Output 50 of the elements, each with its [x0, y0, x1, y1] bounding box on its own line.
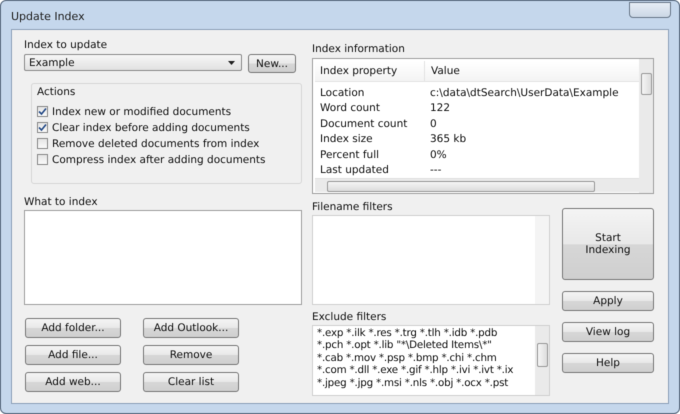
side-button[interactable]: View log: [562, 322, 654, 342]
start-indexing-button[interactable]: Start Indexing: [562, 208, 654, 280]
filename-filters-field[interactable]: [312, 215, 550, 305]
column-header[interactable]: Value: [425, 65, 460, 77]
table-cell-text: Percent full: [319, 148, 380, 161]
table-cell-text: 0%: [429, 148, 447, 161]
what-to-index-list[interactable]: [24, 210, 302, 305]
caret-icon: [228, 60, 235, 64]
checkbox[interactable]: [37, 106, 48, 117]
checkbox[interactable]: [37, 138, 48, 149]
checkbox[interactable]: [37, 154, 48, 165]
index-dropdown[interactable]: Example: [24, 54, 242, 71]
field-label: Index information: [312, 43, 405, 56]
window-title: Update Index: [11, 10, 85, 23]
field-label: What to index: [24, 196, 98, 209]
column-header[interactable]: Index property: [315, 61, 425, 81]
checkbox-label: Remove deleted documents from index: [52, 138, 260, 150]
close-button[interactable]: [629, 2, 671, 18]
field-label: Index to update: [24, 39, 108, 52]
list-button[interactable]: Add Outlook...: [143, 318, 239, 338]
side-button[interactable]: Apply: [562, 291, 654, 311]
list-button[interactable]: Remove: [143, 345, 239, 365]
vertical-scrollbar[interactable]: [535, 326, 549, 395]
side-button[interactable]: Help: [562, 353, 654, 373]
horizontal-scrollbar[interactable]: [315, 178, 639, 192]
checkbox[interactable]: [37, 122, 48, 133]
field-label: Filename filters: [312, 201, 393, 214]
table-cell-text: 0: [429, 118, 437, 130]
group-title: Actions: [37, 86, 76, 98]
table-cell-text: Word count: [319, 102, 381, 114]
list-button[interactable]: Clear list: [143, 372, 239, 392]
table-cell-text: 365 kb: [429, 133, 466, 146]
checkbox-label: Compress index after adding documents: [52, 154, 266, 166]
new-button[interactable]: New...: [248, 54, 296, 73]
table-cell-text: Last updated: [319, 164, 390, 176]
list-button[interactable]: Add web...: [25, 372, 121, 392]
table-cell-text: c:\data\dtSearch\UserData\Example: [429, 86, 619, 99]
checkbox-label: Clear index before adding documents: [52, 122, 250, 134]
table-cell-text: Location: [319, 86, 366, 99]
list-button[interactable]: Add file...: [25, 345, 121, 365]
table-cell-text: 122: [429, 102, 450, 114]
table-cell-text: Document count: [319, 118, 408, 130]
table-cell-text: Index size: [319, 133, 374, 146]
vertical-scrollbar[interactable]: [639, 59, 653, 193]
exclude-filters-field[interactable]: *.exp *.ilk *.res *.trg *.tlh *.idb *.pdb *.pch *.opt *.lib "*\Deleted Items\*" *.cab *.mov *.psp *.bmp *.chi *.chm *.com *.dll *.exe *.gif *.hlp *.ivi *.ivt *.ix *.jpeg *.jpg *.msi *.nls *.obj *.ocx *.pst: [312, 325, 550, 396]
checkbox-label: Index new or modified documents: [52, 106, 232, 118]
field-label: Exclude filters: [312, 311, 386, 324]
table-cell-text: ---: [429, 164, 442, 176]
vertical-scrollbar[interactable]: [535, 216, 549, 304]
list-button[interactable]: Add folder...: [25, 318, 121, 338]
